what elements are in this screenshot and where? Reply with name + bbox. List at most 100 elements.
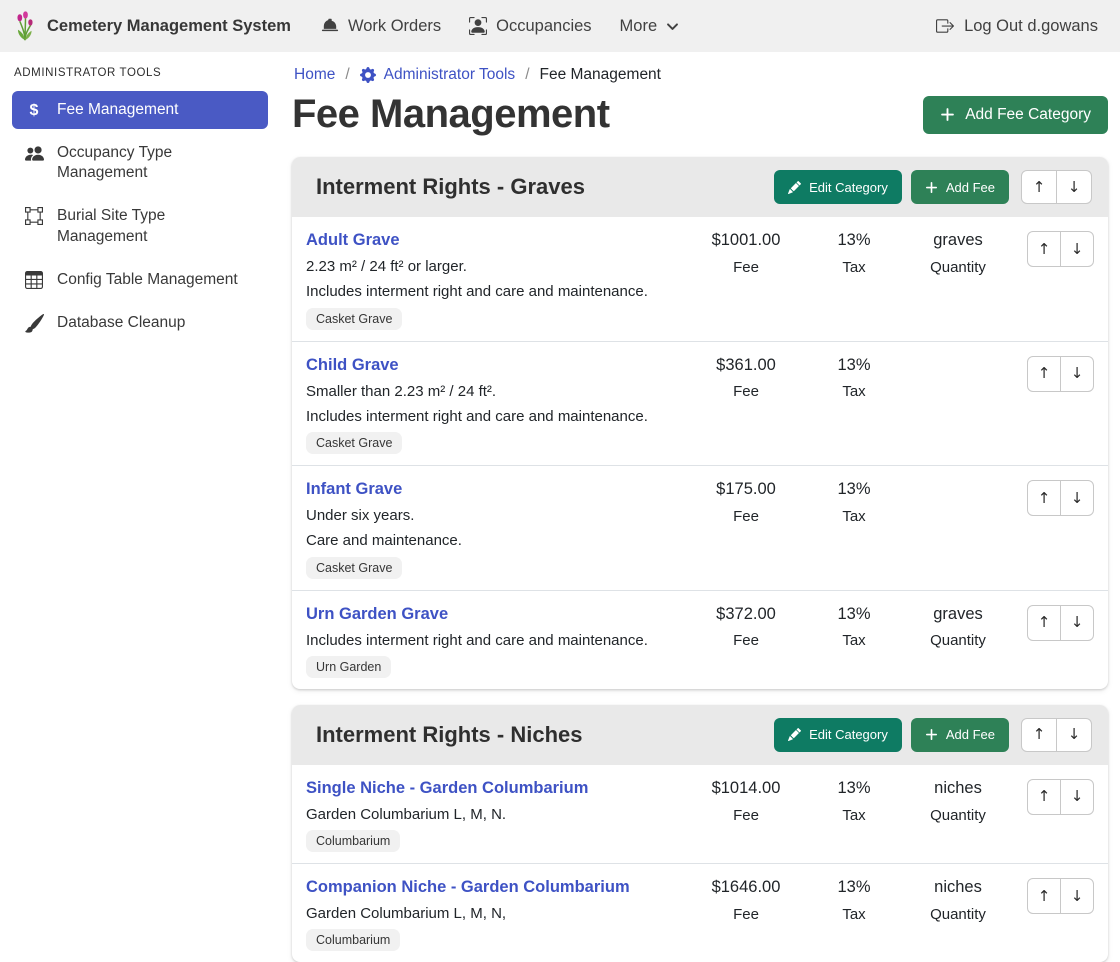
fee-reorder-group: ↑ ↓ <box>1012 231 1094 267</box>
quantity-value: graves <box>904 231 1012 250</box>
nav-occupancies[interactable]: Occupancies <box>469 17 591 36</box>
chevron-down-icon <box>666 20 679 33</box>
add-fee-button[interactable]: Add Fee <box>911 718 1009 752</box>
app-brand[interactable]: Cemetery Management System <box>12 10 291 42</box>
fee-description: Care and maintenance. <box>306 532 688 549</box>
category-body: Adult Grave 2.23 m² / 24 ft² or larger.I… <box>292 217 1108 689</box>
sidebar-item-burial-site-type-management[interactable]: Burial Site Type Management <box>12 197 268 255</box>
sidebar-item-config-table-management[interactable]: Config Table Management <box>12 261 268 299</box>
hard-hat-icon <box>321 17 339 35</box>
sidebar-item-fee-management[interactable]: $ Fee Management <box>12 91 268 129</box>
move-category-up-button[interactable]: ↑ <box>1021 718 1057 752</box>
tax-column: 13% Tax <box>804 356 904 401</box>
logout-button[interactable]: Log Out d.gowans <box>936 17 1098 36</box>
tax-column: 13% Tax <box>804 605 904 650</box>
site-type-badge: Casket Grave <box>306 308 402 330</box>
sidebar-item-label: Fee Management <box>57 100 179 120</box>
sidebar-item-database-cleanup[interactable]: Database Cleanup <box>12 304 268 342</box>
edit-category-label: Edit Category <box>809 727 888 742</box>
fee-descriptions: 2.23 m² / 24 ft² or larger.Includes inte… <box>306 258 688 301</box>
move-fee-up-button[interactable]: ↑ <box>1027 480 1061 516</box>
breadcrumb-admin-tools-label: Administrator Tools <box>384 66 516 84</box>
edit-category-button[interactable]: Edit Category <box>774 718 902 752</box>
fee-row: Companion Niche - Garden Columbarium Gar… <box>292 864 1108 962</box>
move-fee-down-button[interactable]: ↓ <box>1060 231 1094 267</box>
fee-amount-column: $175.00 Fee <box>688 480 804 525</box>
site-type-badge: Columbarium <box>306 929 400 951</box>
move-category-down-button[interactable]: ↓ <box>1056 718 1092 752</box>
fee-details: Single Niche - Garden Columbarium Garden… <box>306 779 688 852</box>
fee-amount-label: Fee <box>688 906 804 923</box>
move-category-up-button[interactable]: ↑ <box>1021 170 1057 204</box>
edit-category-label: Edit Category <box>809 180 888 195</box>
fee-name-link[interactable]: Single Niche - Garden Columbarium <box>306 779 588 798</box>
fee-name-link[interactable]: Infant Grave <box>306 480 402 499</box>
plus-icon <box>925 181 938 194</box>
category-header: Interment Rights - Niches Edit Category <box>292 705 1108 765</box>
nav-work-orders[interactable]: Work Orders <box>321 17 441 36</box>
sidebar-item-occupancy-type-management[interactable]: Occupancy Type Management <box>12 134 268 192</box>
fee-amount-label: Fee <box>688 259 804 276</box>
fee-name-link[interactable]: Adult Grave <box>306 231 400 250</box>
add-fee-button[interactable]: Add Fee <box>911 170 1009 204</box>
app-title: Cemetery Management System <box>47 17 291 36</box>
move-fee-down-button[interactable]: ↓ <box>1060 605 1094 641</box>
fee-description: Includes interment right and care and ma… <box>306 408 688 425</box>
tax-label: Tax <box>804 632 904 649</box>
tax-label: Tax <box>804 383 904 400</box>
fee-description: Includes interment right and care and ma… <box>306 632 688 649</box>
fee-description: Smaller than 2.23 m² / 24 ft². <box>306 383 688 400</box>
breadcrumb-home-label: Home <box>294 66 335 84</box>
move-fee-up-button[interactable]: ↑ <box>1027 605 1061 641</box>
quantity-column: niches Quantity <box>904 779 1012 824</box>
person-bounding-box-icon <box>469 17 487 35</box>
fee-description: 2.23 m² / 24 ft² or larger. <box>306 258 688 275</box>
breadcrumb-home-link[interactable]: Home <box>294 66 335 84</box>
tax-label: Tax <box>804 508 904 525</box>
fee-name-link[interactable]: Companion Niche - Garden Columbarium <box>306 878 630 897</box>
move-fee-up-button[interactable]: ↑ <box>1027 779 1061 815</box>
fee-row: Urn Garden Grave Includes interment righ… <box>292 591 1108 689</box>
fee-description: Garden Columbarium L, M, N. <box>306 806 688 823</box>
fee-row: Infant Grave Under six years.Care and ma… <box>292 466 1108 591</box>
fee-amount-label: Fee <box>688 807 804 824</box>
fee-details: Adult Grave 2.23 m² / 24 ft² or larger.I… <box>306 231 688 330</box>
tax-value: 13% <box>804 605 904 624</box>
category-reorder-group: ↑ ↓ <box>1021 170 1092 204</box>
pencil-icon <box>788 728 801 741</box>
move-fee-up-button[interactable]: ↑ <box>1027 231 1061 267</box>
fee-amount-value: $1646.00 <box>688 878 804 897</box>
fee-reorder-group: ↑ ↓ <box>1012 605 1094 641</box>
sidebar-heading: ADMINISTRATOR TOOLS <box>14 67 266 79</box>
fee-row: Adult Grave 2.23 m² / 24 ft² or larger.I… <box>292 217 1108 342</box>
fee-name-link[interactable]: Urn Garden Grave <box>306 605 448 624</box>
fee-amount-value: $1001.00 <box>688 231 804 250</box>
category-list: Interment Rights - Graves Edit Category <box>292 157 1108 962</box>
move-fee-down-button[interactable]: ↓ <box>1060 878 1094 914</box>
fee-reorder-group: ↑ ↓ <box>1012 480 1094 516</box>
fee-details: Companion Niche - Garden Columbarium Gar… <box>306 878 688 951</box>
add-fee-category-button[interactable]: Add Fee Category <box>923 96 1108 134</box>
top-navbar: Cemetery Management System Work Orders O… <box>0 0 1120 52</box>
fee-amount-label: Fee <box>688 632 804 649</box>
breadcrumb-admin-tools-link[interactable]: Administrator Tools <box>360 66 516 84</box>
breadcrumb-separator: / <box>525 66 529 84</box>
fee-amount-column: $1646.00 Fee <box>688 878 804 923</box>
nav-more[interactable]: More <box>620 17 680 36</box>
sidebar: ADMINISTRATOR TOOLS $ Fee Management Occ… <box>0 52 280 347</box>
move-fee-up-button[interactable]: ↑ <box>1027 356 1061 392</box>
fee-row: Child Grave Smaller than 2.23 m² / 24 ft… <box>292 342 1108 467</box>
move-category-down-button[interactable]: ↓ <box>1056 170 1092 204</box>
move-fee-down-button[interactable]: ↓ <box>1060 480 1094 516</box>
fee-name-link[interactable]: Child Grave <box>306 356 399 375</box>
sidebar-item-label: Database Cleanup <box>57 313 185 333</box>
fee-descriptions: Smaller than 2.23 m² / 24 ft². Includes i… <box>306 383 688 426</box>
category-title: Interment Rights - Graves <box>316 174 585 200</box>
move-fee-down-button[interactable]: ↓ <box>1060 356 1094 392</box>
fee-details: Infant Grave Under six years.Care and ma… <box>306 480 688 579</box>
move-fee-down-button[interactable]: ↓ <box>1060 779 1094 815</box>
table-icon <box>24 271 44 289</box>
fee-reorder-group: ↑ ↓ <box>1012 356 1094 392</box>
move-fee-up-button[interactable]: ↑ <box>1027 878 1061 914</box>
edit-category-button[interactable]: Edit Category <box>774 170 902 204</box>
